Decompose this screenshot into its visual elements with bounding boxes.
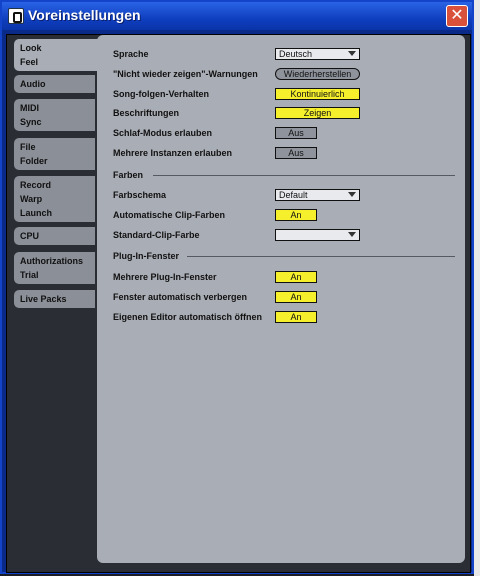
label-sprache: Sprache: [113, 49, 149, 59]
tab-label: MIDI: [20, 103, 39, 113]
settings-panel: Sprache Deutsch "Nicht wieder zeigen"-Wa…: [97, 35, 465, 563]
label-editor-oeffnen: Eigenen Editor automatisch öffnen: [113, 312, 263, 322]
tab-label: Authorizations: [20, 256, 83, 266]
preferences-sidebar: Look Feel Audio MIDI Sync File Folder Re…: [10, 35, 102, 572]
tab-file-folder[interactable]: File Folder: [14, 138, 95, 170]
label-mehrere-plugin-fenster: Mehrere Plug-In-Fenster: [113, 272, 217, 282]
farbschema-value: Default: [279, 190, 308, 200]
chevron-down-icon: [348, 192, 356, 197]
mehrere-plugin-fenster-toggle[interactable]: An: [275, 271, 317, 283]
sprache-select[interactable]: Deutsch: [275, 48, 360, 60]
tab-audio[interactable]: Audio: [14, 75, 95, 93]
tab-label: CPU: [20, 231, 40, 241]
window-title: Voreinstellungen: [28, 7, 141, 23]
label-auto-clip-farben: Automatische Clip-Farben: [113, 210, 226, 220]
tab-cpu[interactable]: CPU: [14, 227, 95, 245]
tab-label: Live Packs: [20, 294, 67, 304]
section-divider: [153, 175, 455, 176]
song-folgen-toggle[interactable]: Kontinuierlich: [275, 88, 360, 100]
sprache-value: Deutsch: [279, 49, 313, 59]
label-farbschema: Farbschema: [113, 190, 167, 200]
label-song-folgen: Song-folgen-Verhalten: [113, 89, 210, 99]
app-icon: [8, 8, 24, 24]
tab-label: Feel: [20, 57, 39, 67]
label-warnungen: "Nicht wieder zeigen"-Warnungen: [113, 69, 258, 79]
label-standard-clip-farbe: Standard-Clip-Farbe: [113, 230, 200, 240]
tab-label: Sync: [20, 117, 42, 127]
tab-live-packs[interactable]: Live Packs: [14, 290, 95, 308]
section-divider: [187, 256, 455, 257]
section-header-farben: Farben: [113, 170, 144, 180]
tab-label: File: [20, 142, 36, 152]
title-bar[interactable]: Voreinstellungen ✕: [2, 2, 472, 30]
section-header-plugin: Plug-In-Fenster: [113, 251, 180, 261]
wiederherstellen-button[interactable]: Wiederherstellen: [275, 68, 360, 80]
fenster-verbergen-toggle[interactable]: An: [275, 291, 317, 303]
standard-clip-farbe-select[interactable]: [275, 229, 360, 241]
tab-label: Launch: [20, 208, 53, 218]
background-window-edge: [474, 0, 480, 576]
preferences-window: Voreinstellungen ✕ Look Feel Audio MIDI …: [0, 0, 474, 574]
beschriftungen-toggle[interactable]: Zeigen: [275, 107, 360, 119]
label-fenster-verbergen: Fenster automatisch verbergen: [113, 292, 248, 302]
schlaf-modus-toggle[interactable]: Aus: [275, 127, 317, 139]
tab-label: Warp: [20, 194, 43, 204]
settings-content: Sprache Deutsch "Nicht wieder zeigen"-Wa…: [103, 39, 458, 555]
window-content: Look Feel Audio MIDI Sync File Folder Re…: [6, 34, 471, 573]
mehrere-instanzen-toggle[interactable]: Aus: [275, 147, 317, 159]
tab-label: Look: [20, 43, 42, 53]
tab-label: Record: [20, 180, 52, 190]
label-beschriftungen: Beschriftungen: [113, 108, 180, 118]
chevron-down-icon: [348, 232, 356, 237]
editor-oeffnen-toggle[interactable]: An: [275, 311, 317, 323]
farbschema-select[interactable]: Default: [275, 189, 360, 201]
chevron-down-icon: [348, 51, 356, 56]
tab-midi-sync[interactable]: MIDI Sync: [14, 99, 95, 131]
tab-look-feel[interactable]: Look Feel: [14, 39, 102, 71]
tab-label: Audio: [20, 79, 46, 89]
label-schlaf-modus: Schlaf-Modus erlauben: [113, 128, 213, 138]
tab-label: Folder: [20, 156, 48, 166]
label-mehrere-instanzen: Mehrere Instanzen erlauben: [113, 148, 233, 158]
tab-record-warp-launch[interactable]: Record Warp Launch: [14, 176, 95, 222]
auto-clip-farben-toggle[interactable]: An: [275, 209, 317, 221]
tab-authorizations-trial[interactable]: Authorizations Trial: [14, 252, 95, 284]
tab-label: Trial: [20, 270, 39, 280]
close-icon[interactable]: ✕: [446, 5, 468, 27]
